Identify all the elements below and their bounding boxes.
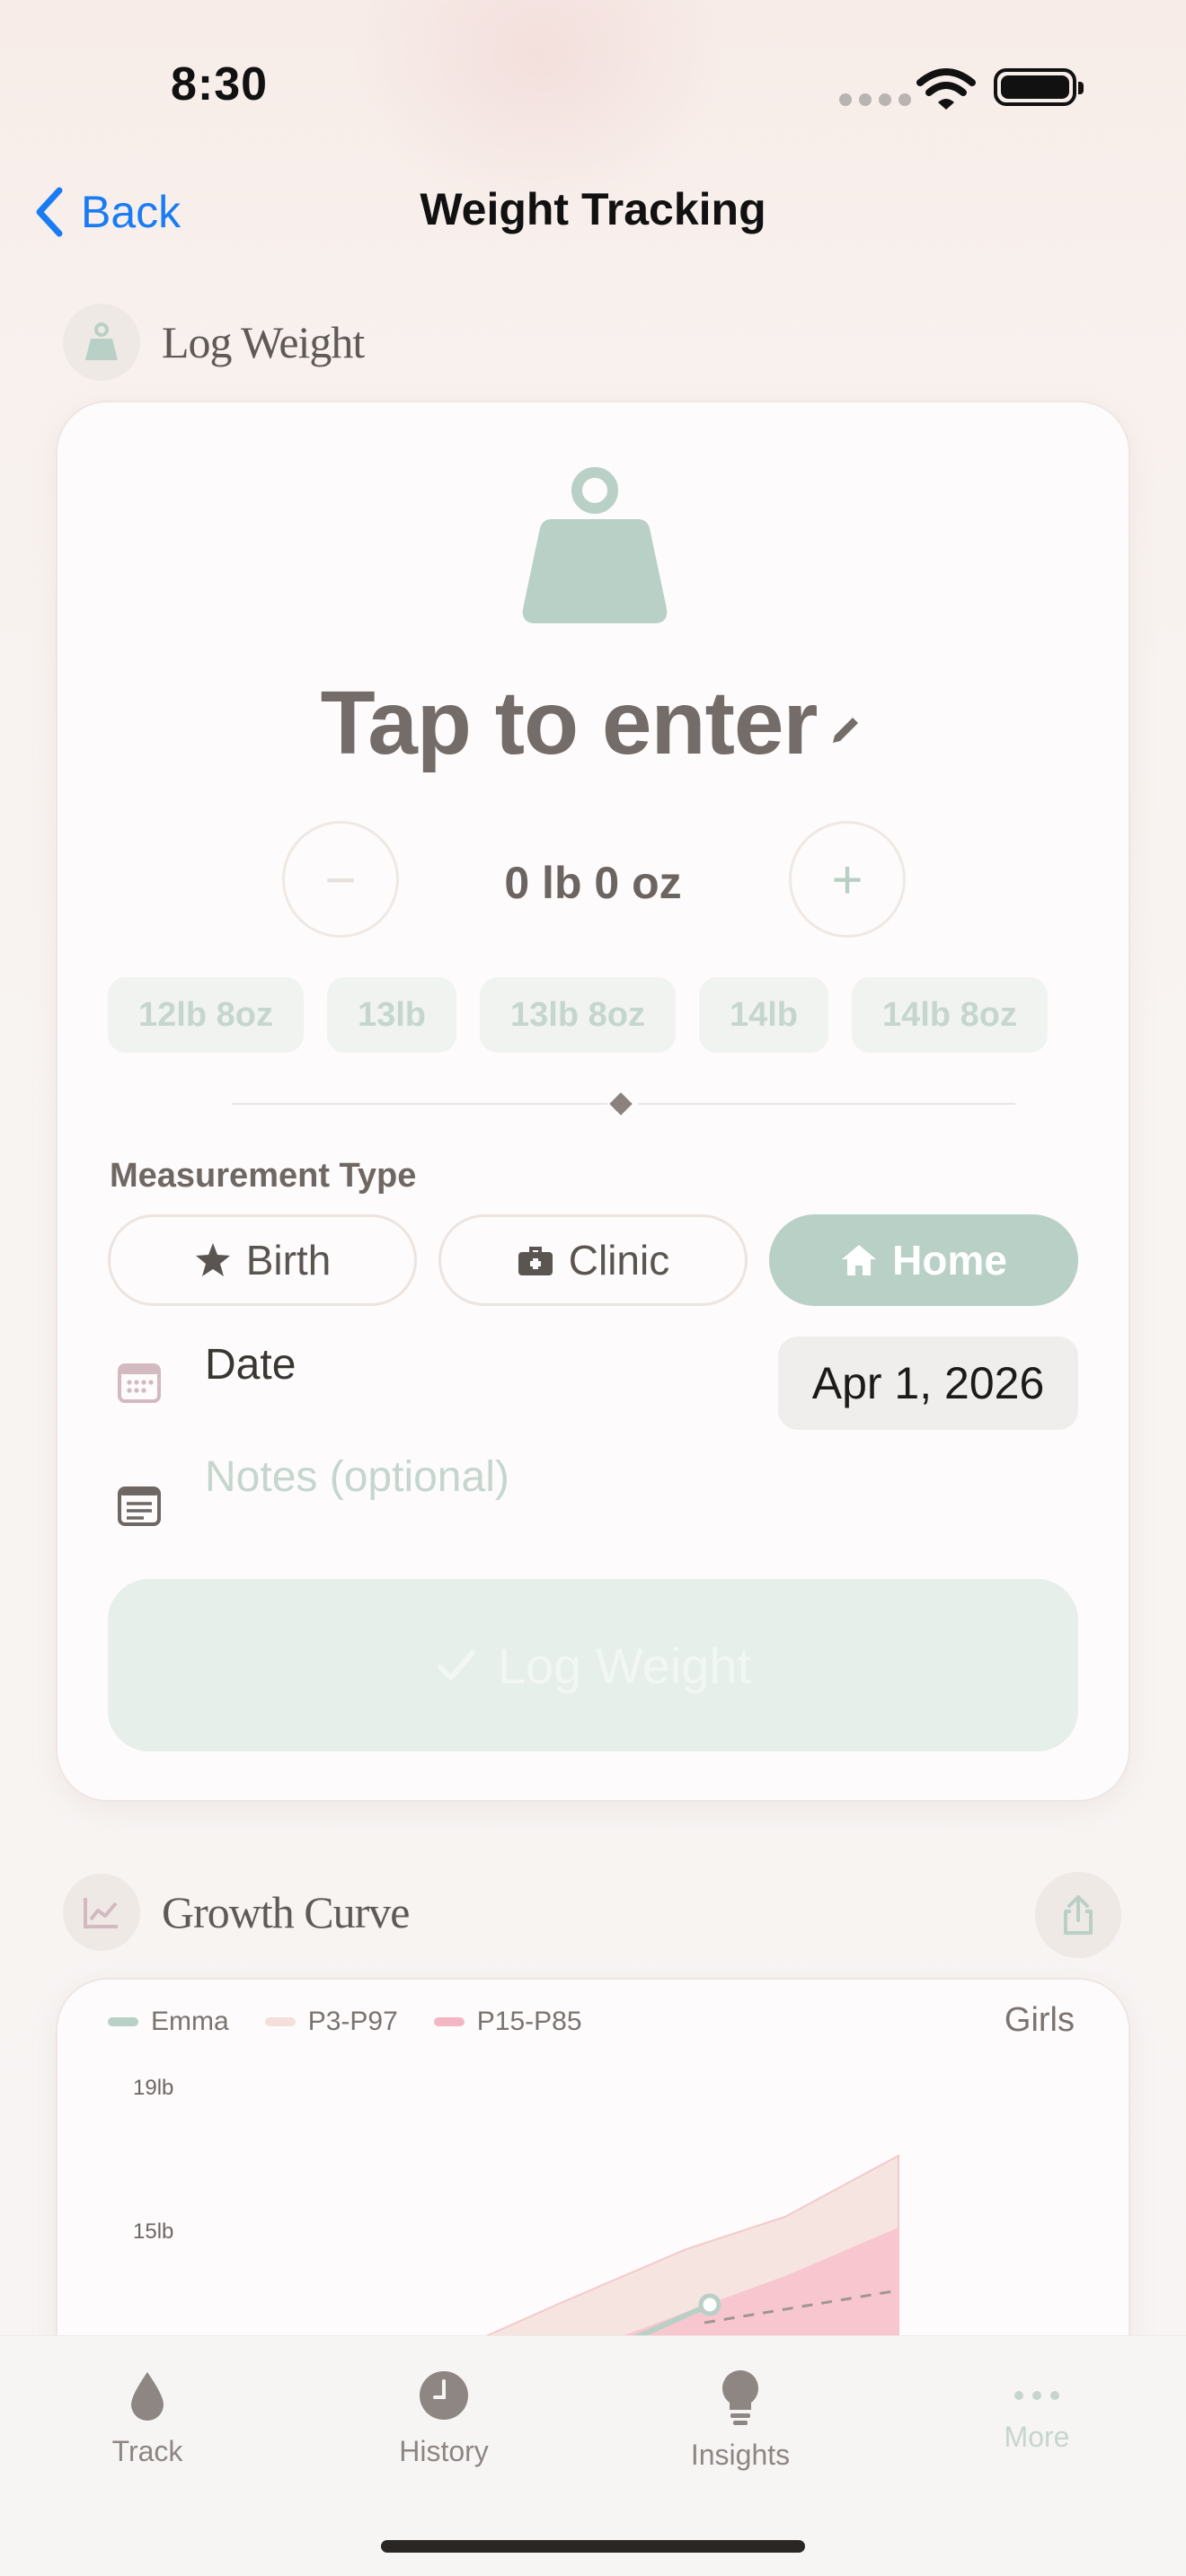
pencil-icon bbox=[833, 717, 859, 743]
share-button[interactable] bbox=[1035, 1872, 1121, 1958]
divider-diamond bbox=[609, 1092, 633, 1116]
status-time: 8:30 bbox=[171, 58, 269, 110]
scale-weight-icon bbox=[63, 304, 140, 381]
measurement-type-clinic-label: Clinic bbox=[568, 1237, 670, 1284]
measurement-type-birth-label: Birth bbox=[245, 1237, 332, 1284]
share-icon bbox=[1064, 1895, 1093, 1935]
preset-chip[interactable]: 13lb 8oz bbox=[480, 977, 676, 1053]
preset-chip[interactable]: 14lb bbox=[698, 977, 828, 1053]
notes-icon bbox=[118, 1486, 161, 1526]
battery-icon bbox=[994, 68, 1084, 106]
log-weight-title: Log Weight bbox=[162, 317, 365, 367]
preset-chip[interactable]: 14lb 8oz bbox=[852, 977, 1048, 1053]
log-weight-header: Log Weight bbox=[63, 304, 365, 381]
tab-insights[interactable]: Insights bbox=[651, 2369, 830, 2472]
measurement-type-birth[interactable]: Birth bbox=[108, 1214, 417, 1306]
checkmark-icon bbox=[437, 1650, 475, 1681]
current-weight-value: 0 lb 0 oz bbox=[504, 858, 682, 908]
log-weight-button-label: Log Weight bbox=[497, 1636, 752, 1694]
tab-label: Track bbox=[111, 2435, 183, 2467]
date-label: Date bbox=[205, 1341, 296, 1389]
wifi-icon bbox=[916, 68, 976, 110]
preset-weight-list: 12lb 8oz 13lb 13lb 8oz 14lb 14lb 8oz bbox=[108, 977, 1084, 1053]
tab-label: History bbox=[399, 2435, 489, 2467]
clock-icon bbox=[420, 2371, 468, 2420]
measurement-type-home-label: Home bbox=[892, 1237, 1007, 1284]
lightbulb-icon bbox=[722, 2370, 758, 2425]
y-tick-label: 19lb bbox=[133, 2076, 173, 2100]
growth-curve-title: Growth Curve bbox=[162, 1887, 410, 1937]
ellipsis-icon bbox=[1014, 2391, 1059, 2400]
emma-data-point[interactable] bbox=[698, 2293, 721, 2316]
preset-chip[interactable]: 12lb 8oz bbox=[108, 977, 304, 1053]
weight-icon bbox=[522, 467, 668, 623]
weight-entry-prompt[interactable]: Tap to enter bbox=[58, 672, 1128, 775]
measurement-type-clinic[interactable]: Clinic bbox=[438, 1214, 748, 1306]
log-weight-button[interactable]: Log Weight bbox=[108, 1579, 1078, 1751]
weight-entry-text: Tap to enter bbox=[320, 673, 819, 773]
medkit-icon bbox=[518, 1247, 553, 1275]
page-title: Weight Tracking bbox=[420, 184, 766, 234]
line-chart-icon bbox=[63, 1874, 140, 1951]
y-tick-label: 15lb bbox=[133, 2219, 173, 2244]
drop-icon bbox=[131, 2372, 164, 2421]
notes-input[interactable] bbox=[205, 1441, 1013, 1513]
tab-label: Insights bbox=[690, 2439, 791, 2471]
cellular-signal-icon bbox=[839, 93, 911, 106]
star-icon bbox=[195, 1243, 230, 1276]
log-weight-card: Tap to enter − 0 lb 0 oz + 12lb 8oz 13lb… bbox=[56, 401, 1130, 1802]
tab-label: More bbox=[1004, 2421, 1070, 2453]
increment-button[interactable]: + bbox=[789, 821, 906, 938]
growth-curve-header: Growth Curve bbox=[63, 1874, 410, 1951]
tab-track[interactable]: Track bbox=[58, 2369, 237, 2468]
calendar-icon bbox=[118, 1363, 161, 1403]
preset-chip[interactable]: 13lb bbox=[326, 977, 456, 1053]
tab-history[interactable]: History bbox=[354, 2369, 534, 2468]
house-icon bbox=[842, 1245, 877, 1275]
divider bbox=[232, 1103, 607, 1105]
measurement-type-label: Measurement Type bbox=[110, 1157, 417, 1195]
home-indicator bbox=[381, 2540, 805, 2553]
tab-more[interactable]: More bbox=[947, 2369, 1127, 2454]
date-picker[interactable]: Apr 1, 2026 bbox=[778, 1337, 1078, 1430]
divider bbox=[638, 1103, 1015, 1105]
measurement-type-home[interactable]: Home bbox=[769, 1214, 1078, 1306]
